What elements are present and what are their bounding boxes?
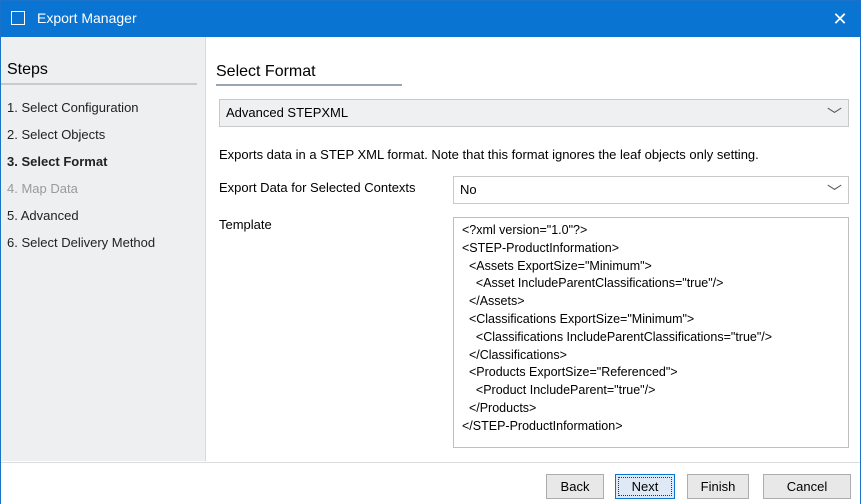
template-textarea[interactable]: <?xml version="1.0"?> <STEP-ProductInform… [453,217,849,448]
section-underline [216,84,402,86]
cancel-button[interactable]: Cancel [763,474,851,499]
format-description: Exports data in a STEP XML format. Note … [219,147,759,162]
template-line: <Classifications ExportSize="Minimum"> [462,311,695,326]
template-line: <Asset IncludeParentClassifications="tru… [462,276,724,291]
template-line: <Assets ExportSize="Minimum"> [462,258,652,273]
next-button-label: Next [618,477,672,496]
next-button[interactable]: Next [615,474,675,499]
template-line: </STEP-ProductInformation> [462,418,623,433]
button-bar: Back Next Finish Cancel [1,462,860,504]
template-line: <Products ExportSize="Referenced"> [462,365,678,380]
template-line: </Products> [462,400,537,415]
step-item[interactable]: 6. Select Delivery Method [7,236,155,263]
close-icon[interactable]: ✕ [820,1,860,37]
steps-list: 1. Select Configuration 2. Select Objects… [7,101,155,263]
steps-header: Steps [1,59,197,85]
template-line: </Classifications> [462,347,567,362]
chevron-down-icon[interactable]: ﹀ [827,181,842,202]
template-line: <STEP-ProductInformation> [462,240,620,255]
template-line: <Product IncludeParent="true"/> [462,383,656,398]
step-item: 4. Map Data [7,181,78,196]
step-item[interactable]: 3. Select Format [7,155,155,182]
contexts-select-value: No [460,182,477,197]
step-item[interactable]: 5. Advanced [7,209,155,236]
finish-button[interactable]: Finish [687,474,749,499]
template-line: <Classifications IncludeParentClassifica… [462,329,773,344]
export-manager-window: Export Manager ✕ Steps 1. Select Configu… [0,0,861,504]
step-item[interactable]: 2. Select Objects [7,128,155,155]
back-button[interactable]: Back [546,474,604,499]
template-line: <?xml version="1.0"?> [462,223,588,237]
main-panel: Select Format Advanced STEPXML ﹀ Exports… [206,37,860,461]
template-label: Template [219,217,272,232]
format-select[interactable]: Advanced STEPXML ﹀ [219,99,849,127]
contexts-label: Export Data for Selected Contexts [219,180,416,195]
contexts-select[interactable]: No ﹀ [453,176,849,204]
steps-sidebar: Steps 1. Select Configuration 2. Select O… [1,37,206,461]
format-select-value: Advanced STEPXML [226,105,349,120]
chevron-down-icon[interactable]: ﹀ [827,104,842,125]
step-item[interactable]: 1. Select Configuration [7,101,155,128]
window-icon [11,11,25,25]
window-title: Export Manager [37,10,137,26]
template-line: </Assets> [462,294,525,309]
steps-heading: Steps [7,61,48,78]
title-bar[interactable]: Export Manager ✕ [1,1,860,37]
section-title: Select Format [216,63,316,80]
